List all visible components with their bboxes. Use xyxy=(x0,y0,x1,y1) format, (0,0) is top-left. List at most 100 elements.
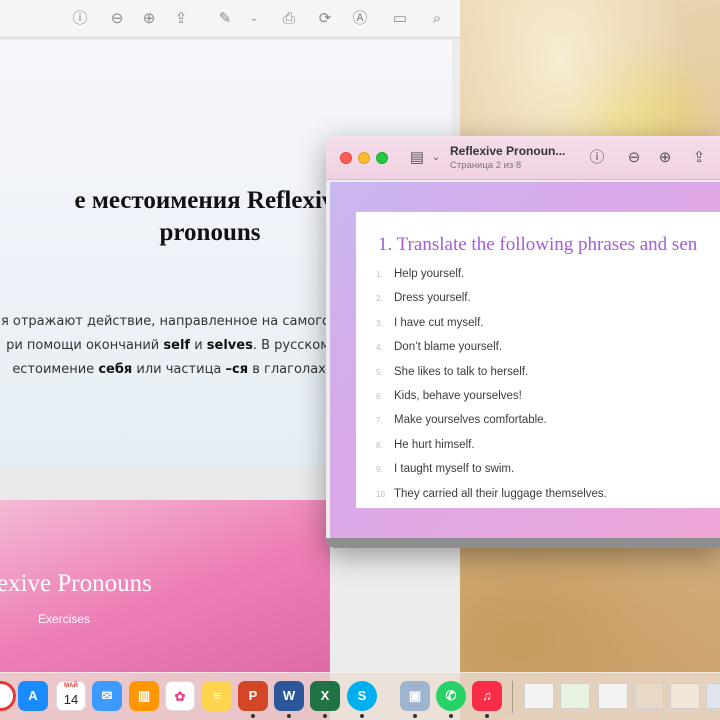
exercise-item-text: Help yourself. xyxy=(394,268,465,280)
chevron-down-icon[interactable]: ⌄ xyxy=(243,8,265,30)
running-indicator xyxy=(323,714,327,718)
exercise-item-text: Dress yourself. xyxy=(394,292,471,305)
body-line3: естоимение себя или частица –ся в глагол… xyxy=(0,358,330,382)
calendar-day: 14 xyxy=(63,692,79,707)
exercise-item-number: 10. xyxy=(376,489,388,499)
minimized-window-thumbnail[interactable] xyxy=(598,683,628,709)
rotate-icon[interactable]: ⟳ xyxy=(314,8,336,30)
exercise-item-text: I have cut myself. xyxy=(394,316,484,329)
exercise-item-number: 9. xyxy=(376,465,383,475)
exercise-item-text: Kids, behave yourselves! xyxy=(394,390,522,402)
exercise-item: 1. Help yourself. xyxy=(376,268,464,280)
zoom-out-icon[interactable]: ⊖ xyxy=(623,147,645,169)
running-indicator xyxy=(251,714,255,718)
print-icon[interactable]: ⎙ xyxy=(278,8,300,30)
body-text: ри помощи окончаний xyxy=(6,338,164,353)
exercise-item-number: 6. xyxy=(376,392,383,401)
body-bold: себя xyxy=(98,362,133,377)
word-icon[interactable]: W xyxy=(274,681,304,711)
exercise-item-number: 4. xyxy=(376,343,383,353)
mail-icon[interactable]: ✉ xyxy=(92,681,122,711)
body-line1: ия отражают действие, направленное на са… xyxy=(0,314,330,329)
exercise-item-text: She likes to talk to herself. xyxy=(394,365,529,378)
whatsapp-icon[interactable]: ✆ xyxy=(436,681,466,711)
window-bottom-edge xyxy=(326,538,720,548)
running-indicator xyxy=(287,714,291,718)
running-indicator xyxy=(413,714,417,718)
body-text: . В русском xyxy=(252,338,330,353)
body-text: или частица xyxy=(132,362,226,377)
excel-icon[interactable]: X xyxy=(310,681,340,711)
calendar-icon[interactable]: МАЙ 14 xyxy=(56,681,86,711)
search-icon[interactable]: ⌕ xyxy=(426,8,448,30)
body-text: и xyxy=(190,338,207,353)
body-bold: –ся xyxy=(225,362,249,377)
document-title: Reflexive Pronoun... xyxy=(450,144,566,158)
music-icon[interactable]: ♫ xyxy=(472,681,502,711)
minimize-button[interactable] xyxy=(358,152,370,164)
exercise-sheet: 1. Translate the following phrases and s… xyxy=(356,212,720,508)
exercise-item-text: Don’t blame yourself. xyxy=(394,341,503,354)
slide2-title: lexive Pronouns xyxy=(0,570,152,597)
markup-pen-icon[interactable]: ✎ xyxy=(214,8,236,30)
calendar-month: МАЙ xyxy=(64,683,78,689)
minimized-window-thumbnail[interactable] xyxy=(706,683,720,709)
running-indicator xyxy=(360,714,364,718)
minimized-window-thumbnail[interactable] xyxy=(670,683,700,709)
powerpoint-icon[interactable]: P xyxy=(238,681,268,711)
body-bold: selves xyxy=(206,338,253,353)
exercise-item: 4. Don’t blame yourself. xyxy=(376,341,502,353)
exercise-item-text: They carried all their luggage themselve… xyxy=(394,487,607,500)
close-button[interactable] xyxy=(340,152,352,164)
slide-body-text: ия отражают действие, направленное на са… xyxy=(0,310,330,382)
exercise-item: 7. Make yourselves comfortable. xyxy=(376,414,547,426)
exercise-item-text: I taught myself to swim. xyxy=(394,463,515,476)
exercise-item: 10. They carried all their luggage themse… xyxy=(376,488,607,500)
running-indicator xyxy=(485,714,489,718)
titlebar: ▤ ⌄ Reflexive Pronoun... Страница 2 из 8… xyxy=(326,136,720,180)
exercise-item-number: 8. xyxy=(376,440,383,450)
exercise-heading: 1. Translate the following phrases and s… xyxy=(378,234,698,255)
info-icon[interactable]: ⓘ xyxy=(586,147,608,169)
minimized-window-thumbnail[interactable] xyxy=(524,683,554,709)
exercise-item: 2. Dress yourself. xyxy=(376,292,471,304)
dock: A МАЙ 14 ✉ ▥ ✿ ≡ P W X S ▣ ✆ ♫ xyxy=(0,672,720,720)
books-icon[interactable]: ▥ xyxy=(129,681,159,711)
zoom-out-icon[interactable]: ⊖ xyxy=(106,8,128,30)
exercise-item: 3. I have cut myself. xyxy=(376,317,483,329)
skype-icon[interactable]: S xyxy=(347,681,377,711)
exercise-item-number: 1. xyxy=(376,270,383,279)
exercise-item: 5. She likes to talk to herself. xyxy=(376,366,528,378)
minimized-window-thumbnail[interactable] xyxy=(560,683,590,709)
photos-icon[interactable]: ✿ xyxy=(165,681,195,711)
preview-icon[interactable]: ▣ xyxy=(400,681,430,711)
chrome-icon[interactable] xyxy=(0,681,16,711)
exercise-item-text: He hurt himself. xyxy=(394,438,475,451)
share-icon[interactable]: ⇪ xyxy=(688,147,710,169)
zoom-in-icon[interactable]: ⊕ xyxy=(138,8,160,30)
fullscreen-button[interactable] xyxy=(376,152,388,164)
preview-window-front[interactable]: ▤ ⌄ Reflexive Pronoun... Страница 2 из 8… xyxy=(326,136,720,548)
body-text: естоимение xyxy=(12,362,99,377)
body-bold: self xyxy=(163,338,191,353)
minimized-window-thumbnail[interactable] xyxy=(634,683,664,709)
running-indicator xyxy=(449,714,453,718)
annotate-icon[interactable]: Ⓐ xyxy=(349,8,371,30)
exercise-item-text: Make yourselves comfortable. xyxy=(394,414,547,427)
exercise-item: 6. Kids, behave yourselves! xyxy=(376,390,522,402)
form-fill-icon[interactable]: ▭ xyxy=(389,8,411,30)
info-icon[interactable]: ⓘ xyxy=(69,8,91,30)
document-content: 1. Translate the following phrases and s… xyxy=(330,182,720,538)
exercise-item-number: 5. xyxy=(376,367,383,377)
notes-icon[interactable]: ≡ xyxy=(202,681,232,711)
exercise-item-number: 2. xyxy=(376,294,383,304)
app-store-icon[interactable]: A xyxy=(18,681,48,711)
share-icon[interactable]: ⇪ xyxy=(170,8,192,30)
exercise-item: 9. I taught myself to swim. xyxy=(376,463,514,475)
slide2-subtitle: Exercises xyxy=(38,612,91,626)
chevron-down-icon[interactable]: ⌄ xyxy=(425,147,447,169)
dock-separator xyxy=(512,681,513,713)
zoom-in-icon[interactable]: ⊕ xyxy=(654,147,676,169)
exercise-item-number: 3. xyxy=(376,318,383,328)
body-text: в глаголах. xyxy=(248,362,330,377)
